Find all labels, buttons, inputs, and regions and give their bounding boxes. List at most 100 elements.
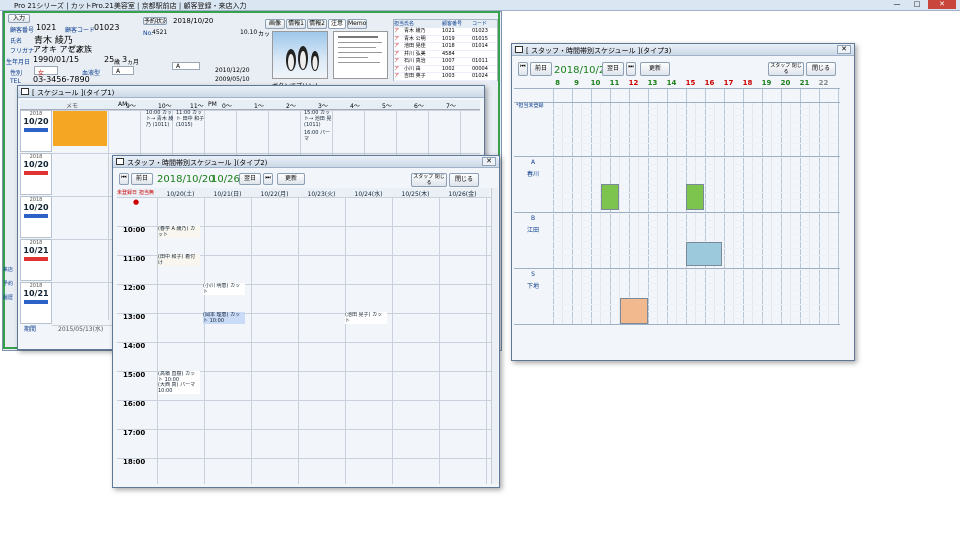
last-button[interactable]: ⏭ (263, 173, 273, 185)
staff-name[interactable]: 江田 (518, 225, 548, 234)
date-cell[interactable]: 2018 10/20 (20, 196, 52, 238)
grid-line (439, 197, 440, 484)
date-cell[interactable]: 2018 10/21 (20, 239, 52, 281)
list-name: 吉田 英子 (404, 73, 426, 79)
appointment[interactable]: (小川 明恵) カット (203, 283, 245, 295)
memo-document (333, 31, 388, 79)
list-mark: ア (394, 73, 400, 79)
close-schedule-button[interactable]: 閉じる (806, 62, 836, 76)
customer-list-row[interactable]: ア小川 由 1002 00004 (394, 66, 497, 73)
next-day-button[interactable]: 翌日 (239, 173, 261, 185)
list-name: 青木 公明 (404, 35, 426, 42)
unassigned-label: *担当未登録 (516, 103, 544, 109)
staff-close-button[interactable]: スタッフ 閉じる (768, 62, 804, 76)
staff-select[interactable]: A (172, 62, 200, 70)
appointment[interactable]: 15:00 カット→ 池田 晃 (1011) (304, 110, 334, 132)
sex-select[interactable]: 女 (34, 66, 58, 77)
window-icon (116, 158, 124, 165)
refresh-button[interactable]: 更新 (640, 62, 670, 76)
hour-header: 0〜 (222, 103, 232, 110)
appointment[interactable]: 11:00 カット 田中 和子 (1015) (176, 110, 206, 132)
appointment[interactable]: (田中 和子) 着付け (158, 254, 200, 266)
appointment[interactable]: 16:00 パーマ (304, 130, 334, 142)
grid-line (392, 197, 393, 484)
appointment[interactable]: 10:00 カット→ 青木 綾乃 (1011) (146, 110, 176, 132)
birth-label: 生年月日 (6, 59, 31, 66)
hour-header: 20 (780, 79, 791, 87)
close-schedule-button[interactable]: 閉じる (449, 173, 479, 187)
customer-list-row[interactable]: ア吉田 英子 1003 01024 (394, 73, 497, 81)
maximize-button[interactable]: □ (908, 0, 926, 9)
first-visit: 2010/12/20 (215, 67, 250, 74)
menu-price: 10.10 (240, 29, 258, 36)
reserve-status-button[interactable]: 予約状況 (143, 17, 167, 25)
grid-line (514, 102, 840, 103)
booking-block-green[interactable] (686, 184, 704, 210)
refresh-button[interactable]: 更新 (277, 173, 305, 185)
grid-line (117, 342, 491, 343)
prev-day-button[interactable]: 前日 (131, 173, 153, 185)
side-label[interactable]: 履歴 (3, 294, 13, 301)
side-label[interactable]: 来店 (3, 266, 13, 273)
visit-date[interactable]: 2018/10/20 (173, 17, 213, 25)
booking-block-orange[interactable] (620, 298, 648, 324)
list-no: 4584 (442, 50, 455, 57)
blood-select[interactable]: A (112, 66, 134, 75)
booking-block-green[interactable] (601, 184, 619, 210)
birth-value[interactable]: 1990/01/15 (33, 55, 79, 64)
tab-image[interactable]: 画像 (265, 19, 285, 29)
hour-header: 10〜 (158, 103, 172, 110)
app-titlebar: Pro 21シリーズ | カットPro.21美容室 | 京都駅前店 | 顧客登録… (0, 0, 960, 11)
tab-memo[interactable]: Memo (347, 19, 367, 29)
close-icon[interactable]: ✕ (837, 45, 851, 54)
next-day-button[interactable]: 翌日 (602, 62, 624, 76)
grid-line (553, 276, 838, 277)
corner-label-unassigned: 担当無 (139, 190, 155, 196)
date-cell[interactable]: 2018 10/20 (20, 153, 52, 195)
list-name: 井川 弘美 (404, 50, 426, 57)
customer-list-row[interactable]: ア井川 弘美 4584 (394, 50, 497, 58)
staff-close-button[interactable]: スタッフ 閉じる (411, 173, 447, 187)
customer-no-value[interactable]: 1021 (36, 23, 56, 32)
close-icon[interactable]: ✕ (482, 157, 496, 166)
tab-info2[interactable]: 情報2 (307, 19, 327, 29)
grid-line (553, 178, 838, 179)
appointment[interactable]: (大西 真) パーマ 10:00 (158, 382, 200, 394)
input-tab[interactable]: 入力 (8, 14, 30, 23)
date-cell[interactable]: 2018 10/20 (20, 110, 52, 152)
close-button[interactable]: ✕ (928, 0, 956, 9)
staff-name[interactable]: 下地 (518, 281, 548, 290)
grid-line (553, 304, 838, 305)
prev-day-button[interactable]: 前日 (530, 62, 552, 76)
tab-info1[interactable]: 情報1 (286, 19, 306, 29)
appointment[interactable]: (岡本 理恵) カット 10:00 (203, 312, 245, 324)
appointment[interactable]: (池田 晃子) カット (345, 312, 387, 324)
tel-value[interactable]: 03-3456-7890 (33, 75, 90, 84)
staff-name[interactable]: 春川 (518, 169, 548, 178)
grid-line (553, 297, 838, 298)
minimize-button[interactable]: — (888, 0, 906, 9)
last-button[interactable]: ⏭ (626, 62, 636, 76)
appointment[interactable]: (春学 A 綾乃) カット (158, 226, 200, 238)
customer-list-row[interactable]: ア池田 晃佳 1018 01014 (394, 43, 497, 51)
schedule2-scrollbar[interactable] (491, 188, 498, 484)
first-button[interactable]: ⏮ (119, 173, 129, 185)
list-mark: ア (394, 58, 400, 64)
customer-list-row[interactable]: ア青木 公明 1019 01015 (394, 35, 497, 43)
customer-list-row[interactable]: ア青木 綾乃 1021 01023 (394, 28, 497, 36)
side-label[interactable]: 予約 (3, 280, 13, 287)
list-code: 01023 (472, 28, 488, 34)
booking-block-blue[interactable] (686, 242, 722, 266)
grid-line (553, 171, 838, 172)
customer-list-row[interactable]: ア石川 真治 1007 01011 (394, 58, 497, 66)
customer-code-value[interactable]: 01023 (94, 23, 119, 32)
grid-line (553, 227, 838, 228)
name-label: 氏名 (10, 38, 23, 45)
date-cell[interactable]: 2018 10/21 (20, 282, 52, 324)
list-no: 1018 (442, 43, 455, 49)
first-button[interactable]: ⏮ (518, 62, 528, 76)
time-label: 18:00 (123, 458, 146, 466)
period-date[interactable]: 2015/05/13(水) (58, 324, 103, 333)
grid-line (117, 400, 491, 401)
tab-caution[interactable]: 注意 (328, 19, 346, 29)
